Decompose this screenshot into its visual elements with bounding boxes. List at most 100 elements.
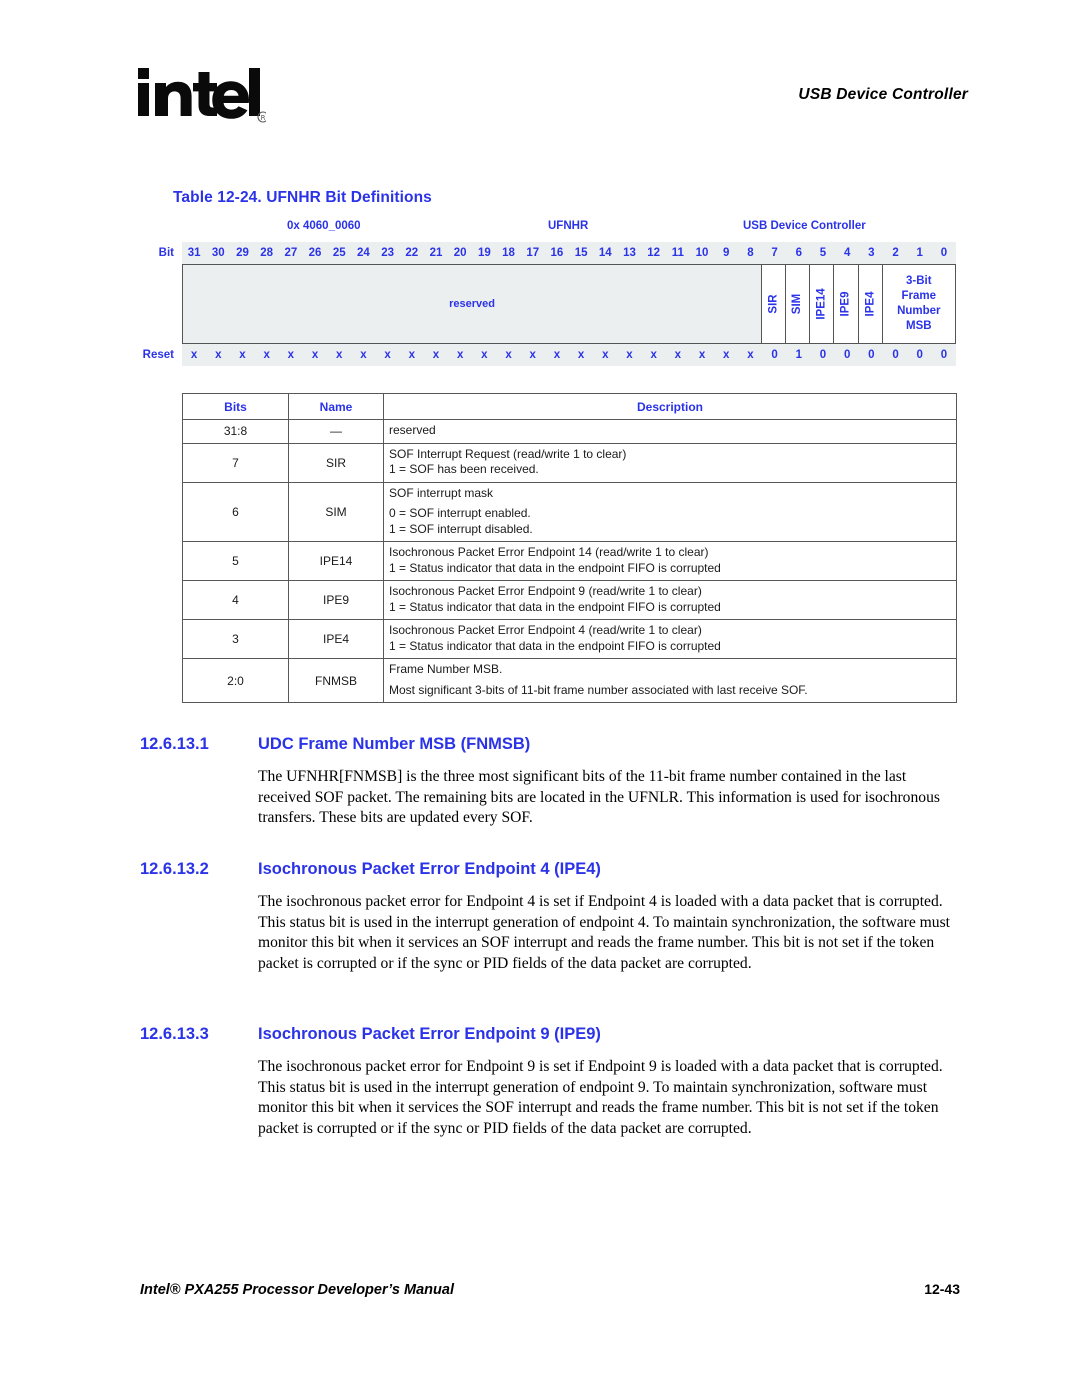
reset-value-bit-28: x xyxy=(263,349,270,361)
reset-value-bit-4: 0 xyxy=(843,349,851,361)
section-number: 12.6.13.2 xyxy=(140,860,209,878)
reset-value-bit-9: x xyxy=(723,349,730,361)
reset-value-cells: x x x x x x x x x x x x x x x x x x x x x x x x 0 1 0 0 0 0 0 0 xyxy=(182,344,956,366)
reset-value-bit-6: 1 xyxy=(795,349,802,361)
section-title: Isochronous Packet Error Endpoint 9 (IPE… xyxy=(258,1025,601,1043)
reset-value-bit-17: x xyxy=(529,349,536,361)
register-bit-diagram: 0x 4060_0060 UFNHR USB Device Controller… xyxy=(140,220,956,366)
bit-number-15: 15 xyxy=(574,247,588,259)
bit-number-7: 7 xyxy=(771,247,778,259)
bit-number-20: 20 xyxy=(453,247,467,259)
table-row: 6 SIM SOF interrupt mask 0 = SOF interrupt … xyxy=(182,481,957,542)
section-12-6-13-3: 12.6.13.3 Isochronous Packet Error Endpo… xyxy=(140,1025,960,1139)
section-number: 12.6.13.1 xyxy=(140,735,209,753)
reset-value-bit-12: x xyxy=(650,349,657,361)
section-12-6-13-1: 12.6.13.1 UDC Frame Number MSB (FNMSB) T… xyxy=(140,735,960,829)
section-title: UDC Frame Number MSB (FNMSB) xyxy=(258,735,531,753)
bit-number-29: 29 xyxy=(236,247,249,259)
description-line: 0 = SOF interrupt enabled. xyxy=(389,506,531,520)
reset-value-bit-7: 0 xyxy=(771,349,778,361)
description-line: Isochronous Packet Error Endpoint 4 (rea… xyxy=(389,623,702,637)
reset-value-bit-1: 0 xyxy=(916,349,923,361)
cell-bits: 3 xyxy=(182,619,289,659)
description-line: reserved xyxy=(389,423,436,437)
cell-name: SIR xyxy=(288,442,384,483)
reset-value-bit-20: x xyxy=(456,349,464,361)
reset-value-bit-14: x xyxy=(602,349,609,361)
bit-field-boxes: reserved SIR SIM IPE14 IPE9 IPE4 3-Bit Frame Num… xyxy=(182,264,956,344)
bit-number-row: Bit 31 30 29 28 27 26 25 24 23 22 21 20 19 18 17 16 15 14… xyxy=(140,242,956,264)
bit-number-31: 31 xyxy=(187,247,201,259)
reset-value-bit-31: x xyxy=(190,349,198,361)
bit-number-23: 23 xyxy=(381,247,394,259)
bit-number-9: 9 xyxy=(723,247,730,259)
cell-name: SIM xyxy=(288,481,384,542)
bit-number-1: 1 xyxy=(916,247,923,259)
intel-logo: R xyxy=(136,62,269,126)
register-meta-row: 0x 4060_0060 UFNHR USB Device Controller xyxy=(182,220,956,242)
bit-definition-table: Bits Name Description 31:8— reserved 7 SIR S… xyxy=(182,393,957,703)
reset-value-bit-11: x xyxy=(674,349,682,361)
cell-description: Isochronous Packet Error Endpoint 14 (re… xyxy=(383,541,957,581)
bit-number-16: 16 xyxy=(550,247,564,259)
table-row: 31:8— reserved xyxy=(182,419,957,444)
section-body: The UFNHR[FNMSB] is the three most signi… xyxy=(258,768,940,826)
bit-number-6: 6 xyxy=(795,247,802,259)
register-address: 0x 4060_0060 xyxy=(287,220,361,232)
reset-value-bit-2: 0 xyxy=(892,349,899,361)
cell-name: — xyxy=(288,419,384,444)
section-12-6-13-2: 12.6.13.2 Isochronous Packet Error Endpo… xyxy=(140,860,960,974)
bit-number-12: 12 xyxy=(647,247,661,259)
register-name: UFNHR xyxy=(548,220,589,232)
table-row: 4 IPE9 Isochronous Packet Error Endpoint 9… xyxy=(182,580,957,620)
bit-number-4: 4 xyxy=(843,247,851,259)
reset-value-bit-21: x xyxy=(432,349,440,361)
column-header-name: Name xyxy=(288,393,384,420)
bit-field-sir: SIR xyxy=(762,265,787,343)
reset-value-bit-27: x xyxy=(287,349,295,361)
cell-description: Frame Number MSB. Most significant 3-bits… xyxy=(383,658,957,703)
description-line: 1 = Status indicator that data in the en… xyxy=(389,599,721,614)
reset-value-bit-18: x xyxy=(505,349,512,361)
column-header-bits: Bits xyxy=(182,393,289,420)
bit-number-11: 11 xyxy=(671,247,684,259)
bit-number-2: 2 xyxy=(892,247,899,259)
bit-field-ipe4: IPE4 xyxy=(858,265,883,343)
reset-value-bit-8: x xyxy=(747,349,754,361)
table-row: 5 IPE14 Isochronous Packet Error Endpoint … xyxy=(182,541,957,581)
cell-description: Isochronous Packet Error Endpoint 4 (rea… xyxy=(383,619,957,659)
cell-description: SOF Interrupt Request (read/write 1 to c… xyxy=(383,442,957,483)
bit-field-label: IPE14 xyxy=(815,288,828,320)
bit-number-3: 3 xyxy=(868,247,875,259)
section-heading: 12.6.13.3 Isochronous Packet Error Endpo… xyxy=(140,1025,960,1044)
section-heading: 12.6.13.1 UDC Frame Number MSB (FNMSB) xyxy=(140,735,960,754)
table-row: 2:0 FNMSB Frame Number MSB. Most significan… xyxy=(182,658,957,703)
table-row: 7 SIR SOF Interrupt Request (read/write 1 … xyxy=(182,442,957,483)
reset-value-bit-13: x xyxy=(626,349,633,361)
description-line: 1 = Status indicator that data in the en… xyxy=(389,638,721,653)
reset-value-bit-3: 0 xyxy=(868,349,875,361)
description-line: Most significant 3-bits of 11-bit frame … xyxy=(389,682,808,697)
table-row: 3 IPE4 Isochronous Packet Error Endpoint 4… xyxy=(182,619,957,659)
cell-name: IPE4 xyxy=(288,619,384,659)
bit-number-0: 0 xyxy=(940,247,948,259)
reset-row-label: Reset xyxy=(142,349,174,361)
page-header-title: USB Device Controller xyxy=(798,86,968,103)
bit-number-30: 30 xyxy=(211,247,225,259)
bit-number-24: 24 xyxy=(357,247,370,259)
cell-name: IPE9 xyxy=(288,580,384,620)
bit-field-label: IPE9 xyxy=(839,291,852,317)
bit-number-22: 22 xyxy=(405,247,419,259)
bit-number-14: 14 xyxy=(598,247,612,259)
cell-name: FNMSB xyxy=(288,658,384,703)
reset-value-bit-25: x xyxy=(336,349,343,361)
reset-value-bit-15: x xyxy=(577,349,585,361)
bit-number-8: 8 xyxy=(747,247,754,259)
description-line: 1 = SOF has been received. xyxy=(389,462,539,476)
bit-number-25: 25 xyxy=(332,247,346,259)
footer-page-number: 12-43 xyxy=(924,1281,960,1297)
field-row-spacer xyxy=(140,264,182,344)
section-number: 12.6.13.3 xyxy=(140,1025,209,1043)
page-header: R USB Device Controller xyxy=(0,0,1080,150)
reset-value-bit-22: x xyxy=(408,349,415,361)
